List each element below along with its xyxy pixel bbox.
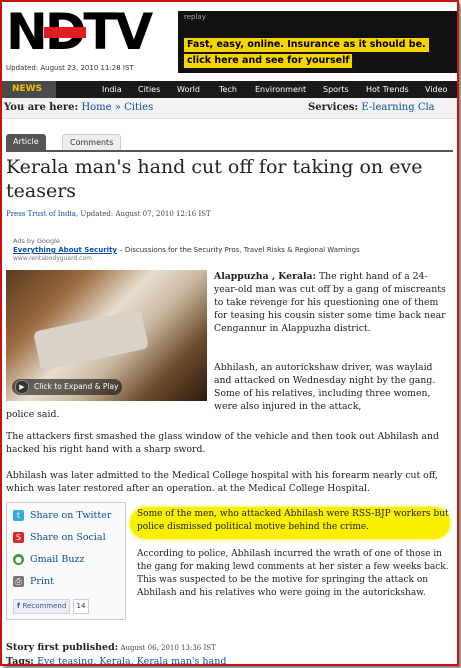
text-ad-description: – Discussions for the Security Pros, Tra… [116,246,360,254]
nav-item-world[interactable]: World [177,81,200,98]
breadcrumb-bar: You are here: Home » Cities Services: E-… [2,98,457,119]
site-header: NDTV Updated: August 23, 2010 11:28 IST … [2,2,457,80]
ad-headline[interactable]: Fast, easy, online. Insurance as it shou… [184,38,429,52]
ad-cta[interactable]: click here and see for yourself [184,54,353,68]
nav-item-environment[interactable]: Environment [255,81,306,98]
logo-red-bar [44,27,86,38]
share-box: t Share on Twitter S Share on Social ● Gmai… [6,502,126,620]
main-nav: NEWS India Cities World Tech Environment… [2,81,457,98]
tags-label: Tags: [6,656,38,666]
recommend-button[interactable]: f Recommend [13,599,71,614]
ndtv-logo[interactable]: NDTV [6,6,176,58]
breadcrumb-label: You are here: [4,102,79,113]
nav-item-tech[interactable]: Tech [219,81,237,98]
byline: Press Trust of India, Updated: August 07… [6,210,211,218]
tab-underline [6,150,453,152]
printer-icon: ⎙ [13,576,24,587]
expand-play-button[interactable]: ▶ Click to Expand & Play [12,379,122,395]
recommend-label: Recommend [22,602,67,610]
services-more-link[interactable]: Cla [418,102,435,113]
nav-item-hot-trends[interactable]: Hot Trends [366,81,409,98]
article-title: Kerala man's hand cut off for taking on … [6,156,423,202]
services-elearning-link[interactable]: E-learning [361,102,414,113]
nav-news[interactable]: NEWS [2,81,57,98]
byline-updated: , Updated: August 07, 2010 12:16 IST [75,210,211,218]
tab-article[interactable]: Article [6,134,46,150]
print-label: Print [30,576,54,587]
breadcrumb-cities[interactable]: Cities [124,102,153,113]
paragraph-2: Abhilash, an autorickshaw driver, was wa… [214,362,436,412]
breadcrumb-separator: » [114,102,121,113]
share-gmail-buzz[interactable]: ● Gmail Buzz [13,553,84,567]
nav-item-sports[interactable]: Sports [323,81,349,98]
text-ad: Everything About Security – Discussions … [13,246,453,254]
story-tags: Tags: Eve teasing, Kerala, Kerala man's … [6,656,226,666]
paragraph-1: Alappuzha , Kerala: The right hand of a … [214,270,450,335]
ads-by-google[interactable]: Ads by Google [13,237,60,245]
paragraph-3: The attackers first smashed the glass wi… [6,431,439,455]
text-ad-url[interactable]: www.rentabodyguard.com [13,255,92,262]
byline-source[interactable]: Press Trust of India [6,210,76,218]
services-label: Services: [308,102,359,113]
nav-item-cities[interactable]: Cities [138,81,160,98]
nav-item-india[interactable]: India [102,81,122,98]
paragraph-6: According to police, Abhilash incurred t… [137,549,449,598]
first-published-date: August 06, 2010 13:36 IST [118,644,216,652]
facebook-recommend[interactable]: f Recommend 14 [13,599,90,614]
gmail-buzz-icon: ● [13,554,24,565]
play-icon: ▶ [15,380,29,394]
browser-frame: NDTV Updated: August 23, 2010 11:28 IST … [0,0,459,666]
photo-scene [33,309,149,371]
first-published-label: Story first published: [6,642,119,653]
dateline: Alappuzha , Kerala: [214,271,317,282]
breadcrumb-home[interactable]: Home [81,102,111,113]
share-twitter[interactable]: t Share on Twitter [13,509,111,523]
highlighted-paragraph: Some of the men, who attacked Abhilash w… [137,509,449,532]
share-twitter-label: Share on Twitter [30,510,112,521]
nav-item-video[interactable]: Video [425,81,447,98]
share-social[interactable]: S Share on Social [13,531,106,545]
video-thumbnail[interactable]: ▶ Click to Expand & Play [6,270,207,401]
share-social-label: Share on Social [30,532,106,543]
updated-timestamp: Updated: August 23, 2010 11:28 IST [6,64,134,72]
recommend-count: 14 [72,599,90,614]
breadcrumb: You are here: Home » Cities [4,98,153,118]
social-share-icon: S [13,532,24,543]
insurance-banner-ad[interactable]: replay Fast, easy, online. Insurance as … [178,11,457,73]
gmail-buzz-label: Gmail Buzz [30,554,85,565]
print-link[interactable]: ⎙ Print [13,575,54,589]
expand-play-label: Click to Expand & Play [34,382,119,391]
twitter-icon: t [13,510,24,521]
story-first-published: Story first published: August 06, 2010 1… [6,642,216,653]
paragraph-2-continued: police said. [6,409,60,420]
tags-links[interactable]: Eve teasing, Kerala, Kerala man's hand [37,656,226,664]
text-ad-link[interactable]: Everything About Security [13,246,117,254]
ad-replay-link[interactable]: replay [184,13,206,21]
services-links: Services: E-learning Cla [308,98,435,118]
paragraph-4: Abhilash was later admitted to the Medic… [6,470,438,494]
